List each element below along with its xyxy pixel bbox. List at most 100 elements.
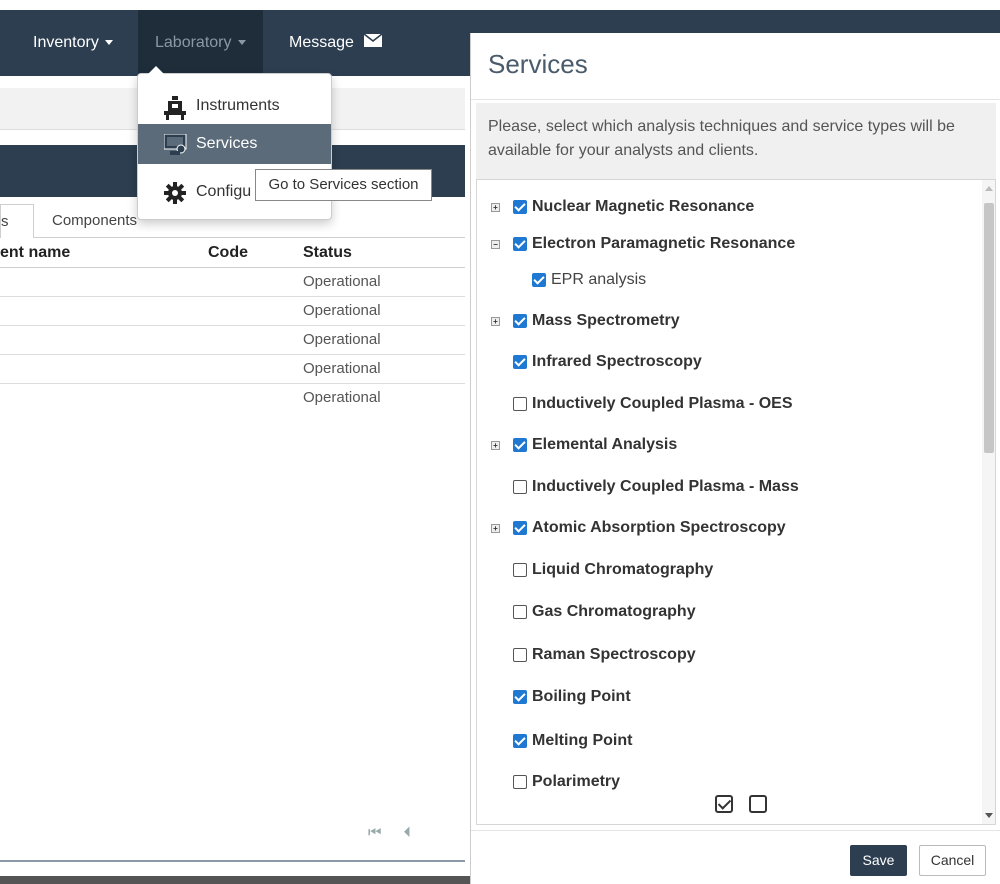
tab-active-label: s <box>1 213 9 230</box>
uncheck-all-icon[interactable] <box>749 795 767 813</box>
tree-item[interactable]: Infrared Spectroscopy <box>477 352 972 372</box>
tree-item-label: Elemental Analysis <box>532 436 678 453</box>
services-modal: Services Please, select which analysis t… <box>470 33 1000 884</box>
checkbox[interactable] <box>513 438 527 452</box>
checkbox[interactable] <box>513 690 527 704</box>
tree-item-label: Nuclear Magnetic Resonance <box>532 198 755 215</box>
menu-item-services-label: Services <box>196 135 258 152</box>
divider <box>471 99 1000 100</box>
checkbox[interactable] <box>513 521 527 535</box>
menu-item-instruments[interactable]: Instruments <box>138 86 331 126</box>
scroll-up-icon[interactable] <box>985 186 993 191</box>
tooltip: Go to Services section <box>255 169 432 201</box>
scroll-thumb[interactable] <box>984 203 994 453</box>
divider <box>471 830 1000 831</box>
nav-inventory-label: Inventory <box>33 34 99 51</box>
status-cell: Operational <box>303 360 381 377</box>
expand-icon[interactable]: + <box>491 203 500 212</box>
checkbox[interactable] <box>513 200 527 214</box>
tree-item[interactable]: EPR analysis <box>477 270 972 290</box>
tree-item[interactable]: Melting Point <box>477 731 972 751</box>
column-header-code[interactable]: Code <box>208 238 248 268</box>
chevron-down-icon <box>104 40 113 46</box>
tree-item-label: Melting Point <box>532 732 633 749</box>
tree-item[interactable]: Raman Spectroscopy <box>477 645 972 665</box>
checkbox[interactable] <box>513 237 527 251</box>
tree-item-label: Mass Spectrometry <box>532 312 680 329</box>
checkbox[interactable] <box>513 775 527 789</box>
chevron-down-icon <box>237 40 246 46</box>
tree-item-label: Atomic Absorption Spectroscopy <box>532 519 786 536</box>
table-row[interactable]: Operational <box>0 355 465 384</box>
instrument-icon <box>164 96 186 120</box>
menu-item-services[interactable]: Services <box>138 124 331 164</box>
checkbox[interactable] <box>513 397 527 411</box>
expand-icon[interactable]: + <box>491 524 500 533</box>
nav-message-label: Message <box>289 34 354 51</box>
pager: ⏮ ⏴ <box>368 824 433 841</box>
tree-item[interactable]: Liquid Chromatography <box>477 560 972 580</box>
checkbox[interactable] <box>513 648 527 662</box>
nav-inventory[interactable]: Inventory <box>33 10 113 76</box>
checkbox[interactable] <box>513 563 527 577</box>
services-tree: + Nuclear Magnetic Resonance − Electron Par… <box>476 179 996 825</box>
table-row[interactable]: Operational <box>0 384 465 413</box>
scroll-down-icon[interactable] <box>985 813 993 818</box>
top-strip <box>0 0 1000 10</box>
tree-item[interactable]: Inductively Coupled Plasma - OES <box>477 394 972 414</box>
checkbox[interactable] <box>532 273 546 287</box>
tab-components[interactable]: Components <box>52 204 137 238</box>
expand-icon[interactable]: + <box>491 317 500 326</box>
tree-item[interactable]: − Electron Paramagnetic Resonance <box>477 234 972 254</box>
envelope-icon <box>364 34 383 48</box>
first-page-icon[interactable]: ⏮ <box>368 824 382 841</box>
column-header-status[interactable]: Status <box>303 238 352 268</box>
checkbox[interactable] <box>513 734 527 748</box>
tree-item[interactable]: Boiling Point <box>477 687 972 707</box>
checkbox[interactable] <box>513 314 527 328</box>
tab-active[interactable]: s <box>0 204 34 238</box>
modal-title: Services <box>488 49 588 79</box>
prev-page-icon[interactable]: ⏴ <box>404 824 412 841</box>
grid-header: ent name Code Status <box>0 238 465 268</box>
nav-message[interactable]: Message <box>289 10 383 76</box>
tree-item-label: Infrared Spectroscopy <box>532 353 702 370</box>
gear-icon <box>164 182 186 204</box>
collapse-icon[interactable]: − <box>491 240 500 249</box>
tree-item-label: Gas Chromatography <box>532 603 696 620</box>
tree-item[interactable]: + Nuclear Magnetic Resonance <box>477 197 972 217</box>
tree-item-label: Liquid Chromatography <box>532 561 714 578</box>
table-row[interactable]: Operational <box>0 268 465 297</box>
tree-item-label: Inductively Coupled Plasma - Mass <box>532 478 799 495</box>
tree-item[interactable]: + Atomic Absorption Spectroscopy <box>477 518 972 538</box>
divider <box>0 860 465 862</box>
tree-item-label: Raman Spectroscopy <box>532 646 696 663</box>
column-header-name[interactable]: ent name <box>0 238 70 268</box>
expand-icon[interactable]: + <box>491 441 500 450</box>
tree-item[interactable]: + Mass Spectrometry <box>477 311 972 331</box>
table-row[interactable]: Operational <box>0 297 465 326</box>
table-row[interactable]: Operational <box>0 326 465 355</box>
status-cell: Operational <box>303 273 381 290</box>
dropdown-arrow <box>148 66 164 74</box>
checkbox[interactable] <box>513 605 527 619</box>
tree-item-label: Polarimetry <box>532 773 621 790</box>
checkbox[interactable] <box>513 480 527 494</box>
menu-item-configuration-label: Configu <box>196 183 252 200</box>
services-icon <box>164 134 187 155</box>
tree-item[interactable]: + Elemental Analysis <box>477 435 972 455</box>
tree-item[interactable]: Gas Chromatography <box>477 602 972 622</box>
scrollbar[interactable] <box>982 180 995 824</box>
tree-item[interactable]: Inductively Coupled Plasma - Mass <box>477 477 972 497</box>
cancel-button[interactable]: Cancel <box>919 845 986 876</box>
check-all-icon[interactable] <box>715 795 733 813</box>
tree-item-label: Boiling Point <box>532 688 631 705</box>
status-cell: Operational <box>303 331 381 348</box>
save-button[interactable]: Save <box>850 845 907 876</box>
tree-item-label: EPR analysis <box>551 271 647 288</box>
tree-item[interactable]: Polarimetry <box>477 772 972 792</box>
tree-item-label: Electron Paramagnetic Resonance <box>532 235 796 252</box>
tree-item-label: Inductively Coupled Plasma - OES <box>532 395 793 412</box>
status-cell: Operational <box>303 302 381 319</box>
checkbox[interactable] <box>513 355 527 369</box>
